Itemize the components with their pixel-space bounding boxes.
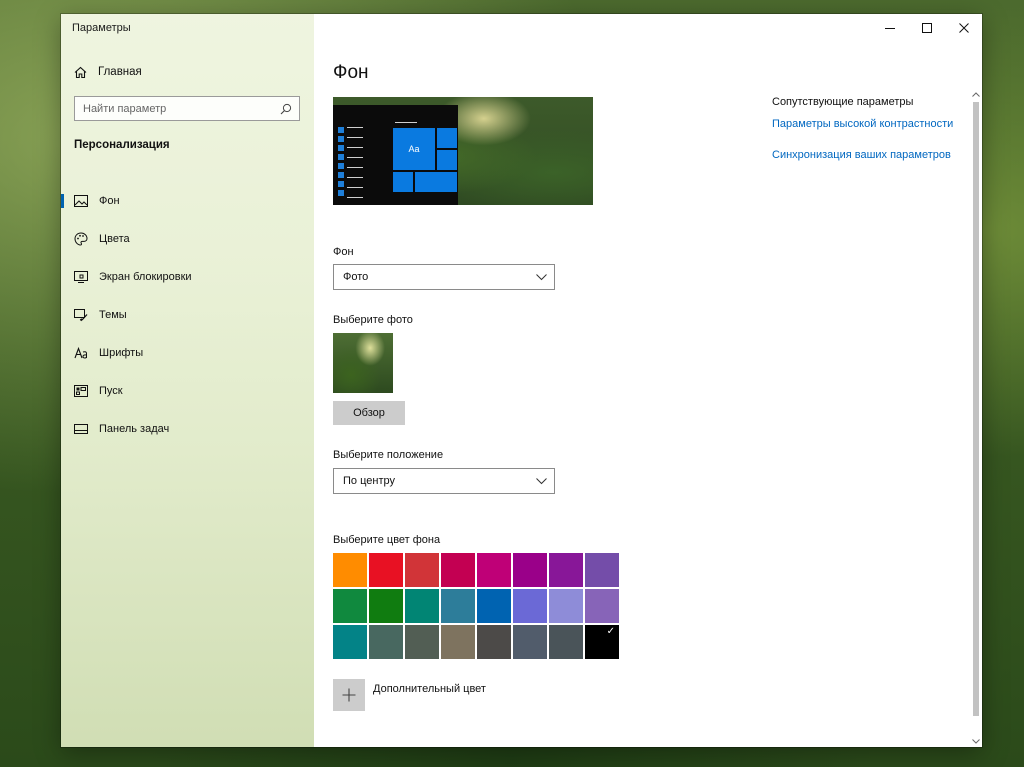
sidebar-item-label: Шрифты [99,347,144,359]
settings-window: Параметры Главная Персонализация Фон [61,14,982,747]
color-swatch[interactable] [333,553,367,587]
background-label: Фон [333,246,354,258]
sidebar-item-label: Фон [99,195,120,207]
home-label: Главная [98,66,142,78]
position-label: Выберите положение [333,449,444,461]
chevron-down-icon [528,477,554,485]
main-content: Фон Aa Фон Фото Выберите фото Обзор Выбе… [314,14,982,747]
photo-thumbnail[interactable] [333,333,393,393]
search-input[interactable] [75,97,277,120]
plus-icon [342,688,356,702]
page-title: Фон [333,62,369,83]
color-swatch[interactable] [405,625,439,659]
color-swatch[interactable] [477,625,511,659]
add-custom-color-label: Дополнительный цвет [373,683,486,695]
lock-screen-icon [74,270,88,284]
scroll-up-arrow[interactable] [970,88,982,100]
position-value: По центру [343,475,395,487]
chevron-down-icon [972,738,980,744]
sidebar-item-colors[interactable]: Цвета [61,220,314,258]
sidebar-item-label: Пуск [99,385,123,397]
color-swatch[interactable] [441,553,475,587]
background-type-value: Фото [343,271,369,283]
sidebar-item-fonts[interactable]: Шрифты [61,334,314,372]
preview-tile-large: Aa [392,127,436,171]
background-type-dropdown[interactable]: Фото [333,264,555,290]
sidebar-item-background[interactable]: Фон [61,182,314,220]
add-custom-color-button[interactable] [333,679,365,711]
chevron-up-icon [972,91,980,97]
search-icon[interactable] [277,103,295,115]
home-icon [72,66,88,79]
sidebar-item-label: Панель задач [99,423,170,435]
browse-button[interactable]: Обзор [333,401,405,425]
sidebar-item-label: Экран блокировки [99,271,192,283]
color-swatch[interactable] [369,625,403,659]
scrollbar[interactable] [970,88,982,747]
image-icon [74,194,88,208]
color-swatch[interactable] [585,589,619,623]
chevron-down-icon [528,273,554,281]
color-swatch[interactable] [405,589,439,623]
search-box[interactable] [74,96,300,121]
scroll-thumb[interactable] [973,102,979,716]
section-title: Персонализация [74,139,170,151]
position-dropdown[interactable]: По центру [333,468,555,494]
brush-icon [74,308,88,322]
sync-settings-link[interactable]: Синхронизация ваших параметров [772,149,951,161]
high-contrast-link[interactable]: Параметры высокой контрастности [772,118,953,130]
color-swatch[interactable] [477,589,511,623]
color-swatch[interactable] [333,625,367,659]
color-swatch[interactable] [549,625,583,659]
color-swatch[interactable] [441,625,475,659]
color-swatch[interactable] [369,589,403,623]
scroll-down-arrow[interactable] [970,735,982,747]
sidebar-item-label: Темы [99,309,127,321]
choose-photo-label: Выберите фото [333,314,413,326]
related-settings-title: Сопутствующие параметры [772,96,914,108]
color-swatch[interactable] [549,553,583,587]
color-swatch[interactable] [585,553,619,587]
fonts-icon [74,346,88,360]
start-menu-preview: Aa [333,105,458,205]
start-icon [74,384,88,398]
color-swatch[interactable] [513,553,547,587]
sidebar-item-lock-screen[interactable]: Экран блокировки [61,258,314,296]
sidebar-item-themes[interactable]: Темы [61,296,314,334]
taskbar-icon [74,422,88,436]
sidebar-item-taskbar[interactable]: Панель задач [61,410,314,448]
color-swatch[interactable] [477,553,511,587]
palette-icon [74,232,88,246]
color-swatch[interactable] [405,553,439,587]
sidebar-nav: Фон Цвета Экран блокировки Темы Шрифты П… [61,182,314,448]
home-link[interactable]: Главная [72,64,142,80]
color-swatch-grid: ✓ [333,553,619,659]
color-swatch[interactable]: ✓ [585,625,619,659]
sidebar: Параметры Главная Персонализация Фон [61,14,314,747]
color-swatch[interactable] [441,589,475,623]
background-color-label: Выберите цвет фона [333,534,441,546]
color-swatch[interactable] [369,553,403,587]
color-swatch[interactable] [513,589,547,623]
related-settings: Сопутствующие параметры Параметры высоко… [772,96,972,161]
check-icon: ✓ [606,626,615,637]
color-swatch[interactable] [549,589,583,623]
sidebar-item-start[interactable]: Пуск [61,372,314,410]
color-swatch[interactable] [333,589,367,623]
color-swatch[interactable] [513,625,547,659]
window-title: Параметры [72,22,131,34]
background-preview: Aa [333,97,593,205]
sidebar-item-label: Цвета [99,233,130,245]
